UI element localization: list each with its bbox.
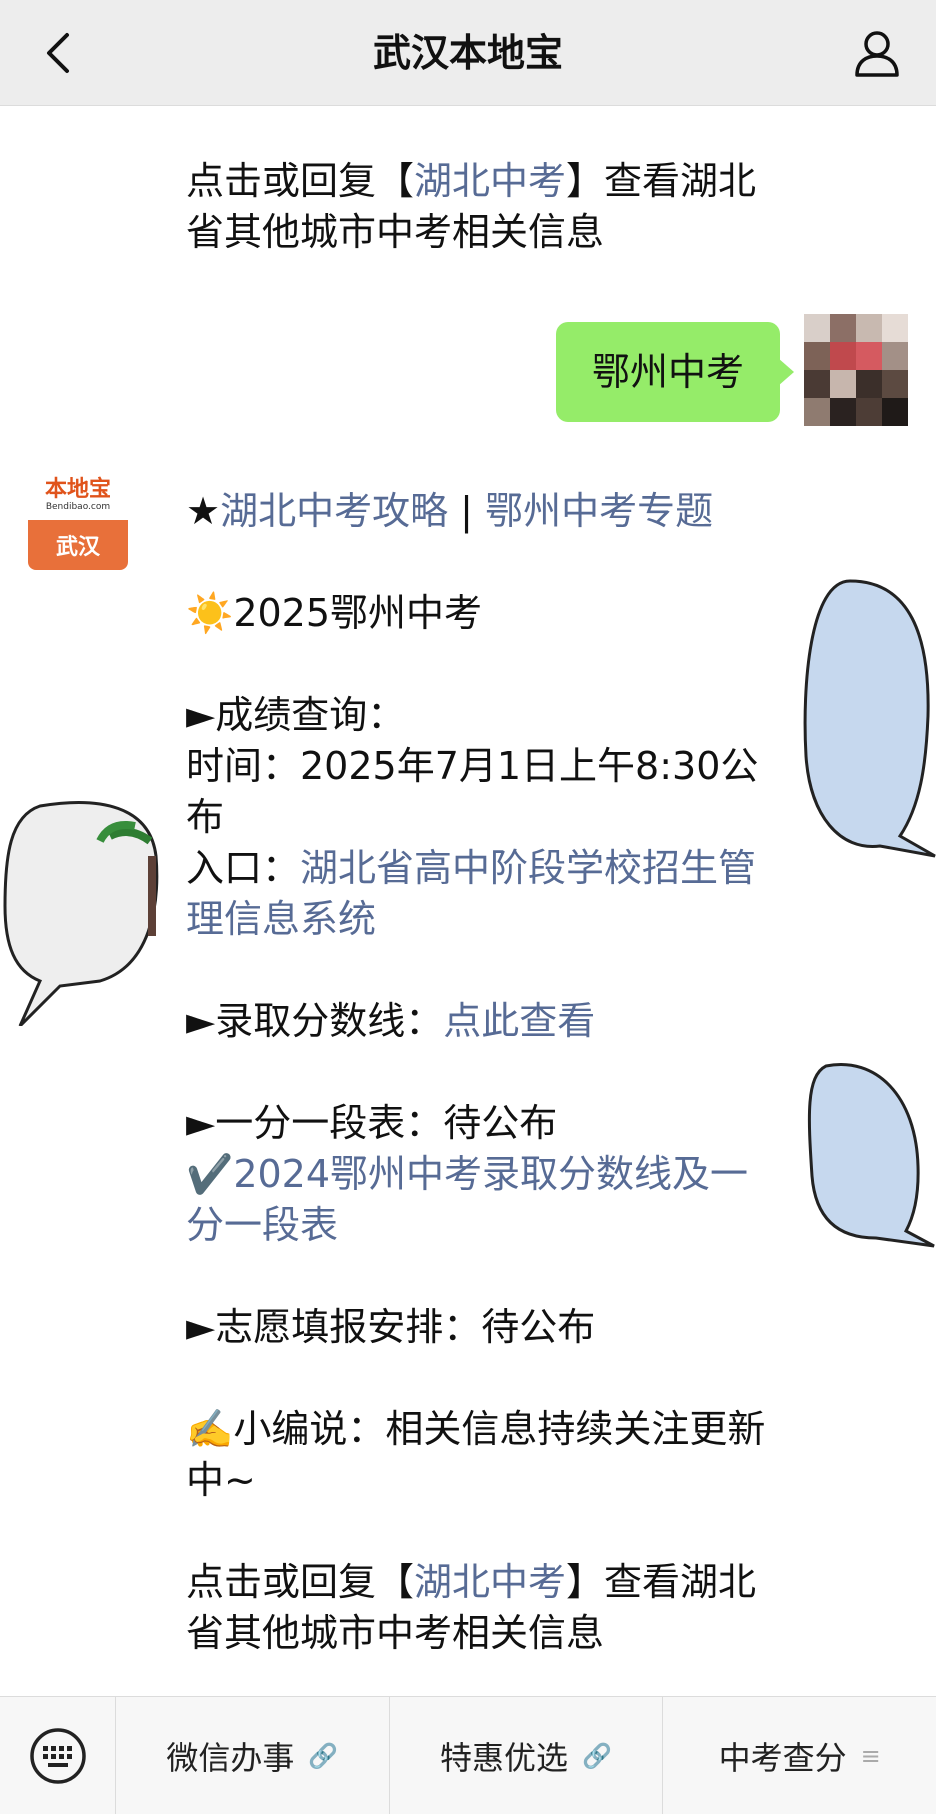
page-title: 武汉本地宝	[372, 31, 563, 75]
check-icon: ✔️	[186, 1152, 234, 1196]
menu-item-label: 微信办事	[166, 1739, 295, 1777]
message-text-top: 点击或回复【湖北中考】查看湖北省其他城市中考相关信息	[186, 156, 786, 258]
person-icon	[855, 31, 899, 77]
user-message-bubble[interactable]: 鄂州中考	[555, 322, 795, 422]
score-table-line: ►一分一段表：待公布	[186, 1101, 558, 1145]
menu-item-wechat-service[interactable]: 微信办事 🔗	[116, 1697, 390, 1814]
avatar-brand: 本地宝	[44, 476, 111, 502]
avatar-subtitle: Bendibao.com	[45, 501, 111, 512]
bottom-menu: 微信办事 🔗 特惠优选 🔗 中考查分 ≡	[0, 1696, 936, 1814]
entry-label: 入口：	[186, 846, 301, 890]
menu-item-deals[interactable]: 特惠优选 🔗	[390, 1697, 664, 1814]
topic-links-line: ★湖北中考攻略 | 鄂州中考专题	[186, 486, 786, 537]
volunteer-line: ►志愿填报安排：待公布	[186, 1305, 596, 1349]
hubei-zhongkao-link-bottom[interactable]: 湖北中考	[414, 1560, 566, 1604]
editor-note-text: 小编说：相关信息持续关注更新中~	[186, 1407, 766, 1502]
closing-line: 点击或回复【湖北中考】查看湖北省其他城市中考相关信息	[186, 1557, 786, 1659]
user-avatar[interactable]	[804, 314, 908, 426]
keyboard-icon	[29, 1728, 86, 1784]
chat-area[interactable]: 点击或回复【湖北中考】查看湖北省其他城市中考相关信息 鄂州中考 本地宝 Bend…	[0, 106, 936, 1696]
hubei-zhongkao-link[interactable]: 湖北中考	[414, 159, 566, 203]
entry-line: 入口：湖北省高中阶段学校招生管理信息系统	[186, 843, 786, 945]
menu-item-label: 特惠优选	[440, 1739, 569, 1777]
previous-year-line: ✔️2024鄂州中考录取分数线及一分一段表	[186, 1149, 786, 1251]
hubei-guide-link[interactable]: 湖北中考攻略	[220, 489, 448, 533]
menu-item-score-query[interactable]: 中考查分 ≡	[663, 1697, 936, 1814]
sun-icon: ☀️	[186, 591, 234, 635]
link-icon: 🔗	[582, 1742, 612, 1770]
cutoff-label: ►录取分数线：	[186, 999, 444, 1043]
star-icon: ★	[186, 489, 221, 533]
year-title-line: ☀️2025鄂州中考	[186, 588, 786, 639]
message-text: 点击或回复【	[186, 1560, 415, 1604]
top-bar: 武汉本地宝	[0, 0, 936, 106]
background-bubble-left	[3, 801, 159, 1026]
cutoff-line: ►录取分数线：点此查看	[186, 996, 786, 1047]
profile-button[interactable]	[846, 22, 908, 84]
menu-item-label: 中考查分	[718, 1739, 847, 1777]
avatar-city: 武汉	[28, 520, 128, 570]
cutoff-link[interactable]: 点此查看	[443, 999, 595, 1043]
separator: |	[448, 489, 486, 533]
ezhou-topic-link[interactable]: 鄂州中考专题	[485, 489, 713, 533]
bot-reply-message: ★湖北中考攻略 | 鄂州中考专题 ☀️2025鄂州中考 ►成绩查询： 时间：20…	[186, 486, 786, 1659]
editor-note: ✍️小编说：相关信息持续关注更新中~	[186, 1404, 786, 1506]
score-release-time: 时间：2025年7月1日上午8:30公布	[186, 744, 759, 839]
background-bubble-right-bottom	[807, 1063, 935, 1248]
keyboard-toggle-button[interactable]	[0, 1697, 116, 1814]
background-bubble-right-top	[803, 579, 936, 858]
writing-hand-icon: ✍️	[186, 1407, 234, 1451]
score-query-heading: ►成绩查询：	[186, 693, 406, 737]
bendibao-avatar[interactable]: 本地宝 Bendibao.com 武汉	[28, 470, 128, 570]
year-title: 2025鄂州中考	[233, 591, 483, 635]
message-text: 点击或回复【	[186, 159, 415, 203]
link-icon: 🔗	[308, 1742, 339, 1770]
previous-year-link[interactable]: 2024鄂州中考录取分数线及一分一段表	[186, 1152, 748, 1247]
menu-lines-icon: ≡	[860, 1742, 881, 1770]
